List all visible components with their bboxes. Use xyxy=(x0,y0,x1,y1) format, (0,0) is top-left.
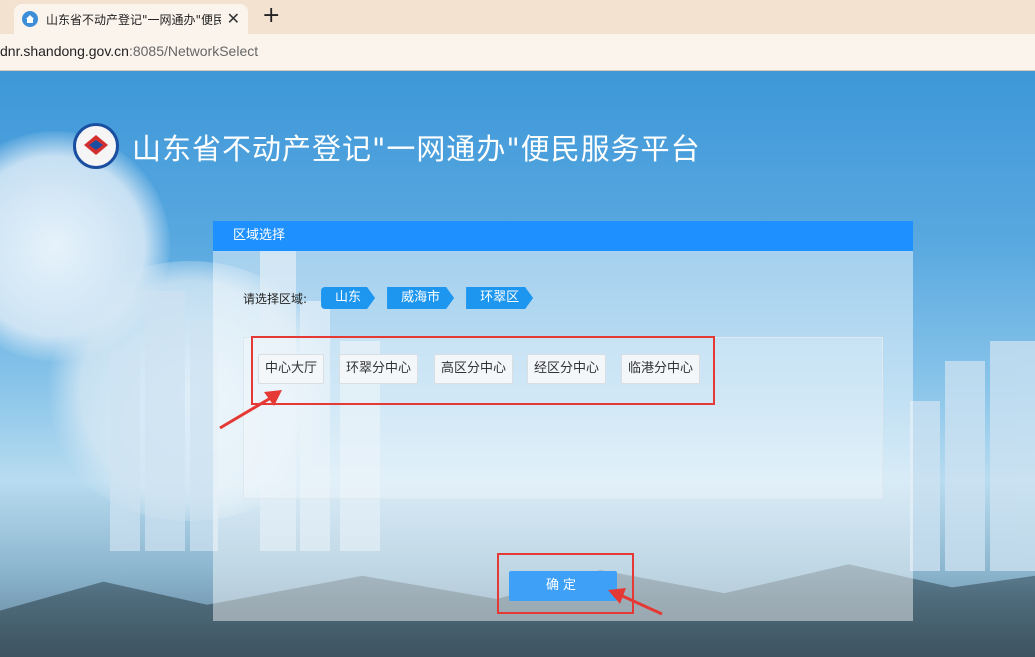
region-breadcrumb: 请选择区域: 山东 威海市 环翠区 xyxy=(243,287,545,309)
breadcrumb-city[interactable]: 威海市 xyxy=(387,287,454,309)
address-bar[interactable]: dnr.shandong.gov.cn:8085/NetworkSelect xyxy=(0,34,1035,71)
browser-tab[interactable]: 山东省不动产登记"一网通办"便民 ✕ xyxy=(14,4,248,34)
tab-close-icon[interactable]: ✕ xyxy=(227,11,240,27)
site-title: 山东省不动产登记"一网通办"便民服务平台 xyxy=(132,132,701,166)
new-tab-button[interactable]: + xyxy=(262,5,280,27)
region-label: 请选择区域: xyxy=(243,291,308,306)
annotation-arrow-icon xyxy=(219,390,282,430)
annotation-box-options xyxy=(251,336,715,405)
breadcrumb-province[interactable]: 山东 xyxy=(321,287,375,309)
annotation-arrow-icon xyxy=(608,588,663,616)
breadcrumb-district[interactable]: 环翠区 xyxy=(466,287,533,309)
panel-title: 区域选择 xyxy=(213,221,913,251)
browser-tab-bar: 山东省不动产登记"一网通办"便民 ✕ + xyxy=(0,0,1035,34)
url-host: dnr.shandong.gov.cn xyxy=(0,43,129,59)
tab-title: 山东省不动产登记"一网通办"便民 xyxy=(46,12,221,27)
site-favicon-icon xyxy=(22,11,38,27)
url-text[interactable]: dnr.shandong.gov.cn:8085/NetworkSelect xyxy=(0,43,258,59)
url-path: :8085/NetworkSelect xyxy=(128,43,259,59)
site-logo xyxy=(73,123,119,169)
